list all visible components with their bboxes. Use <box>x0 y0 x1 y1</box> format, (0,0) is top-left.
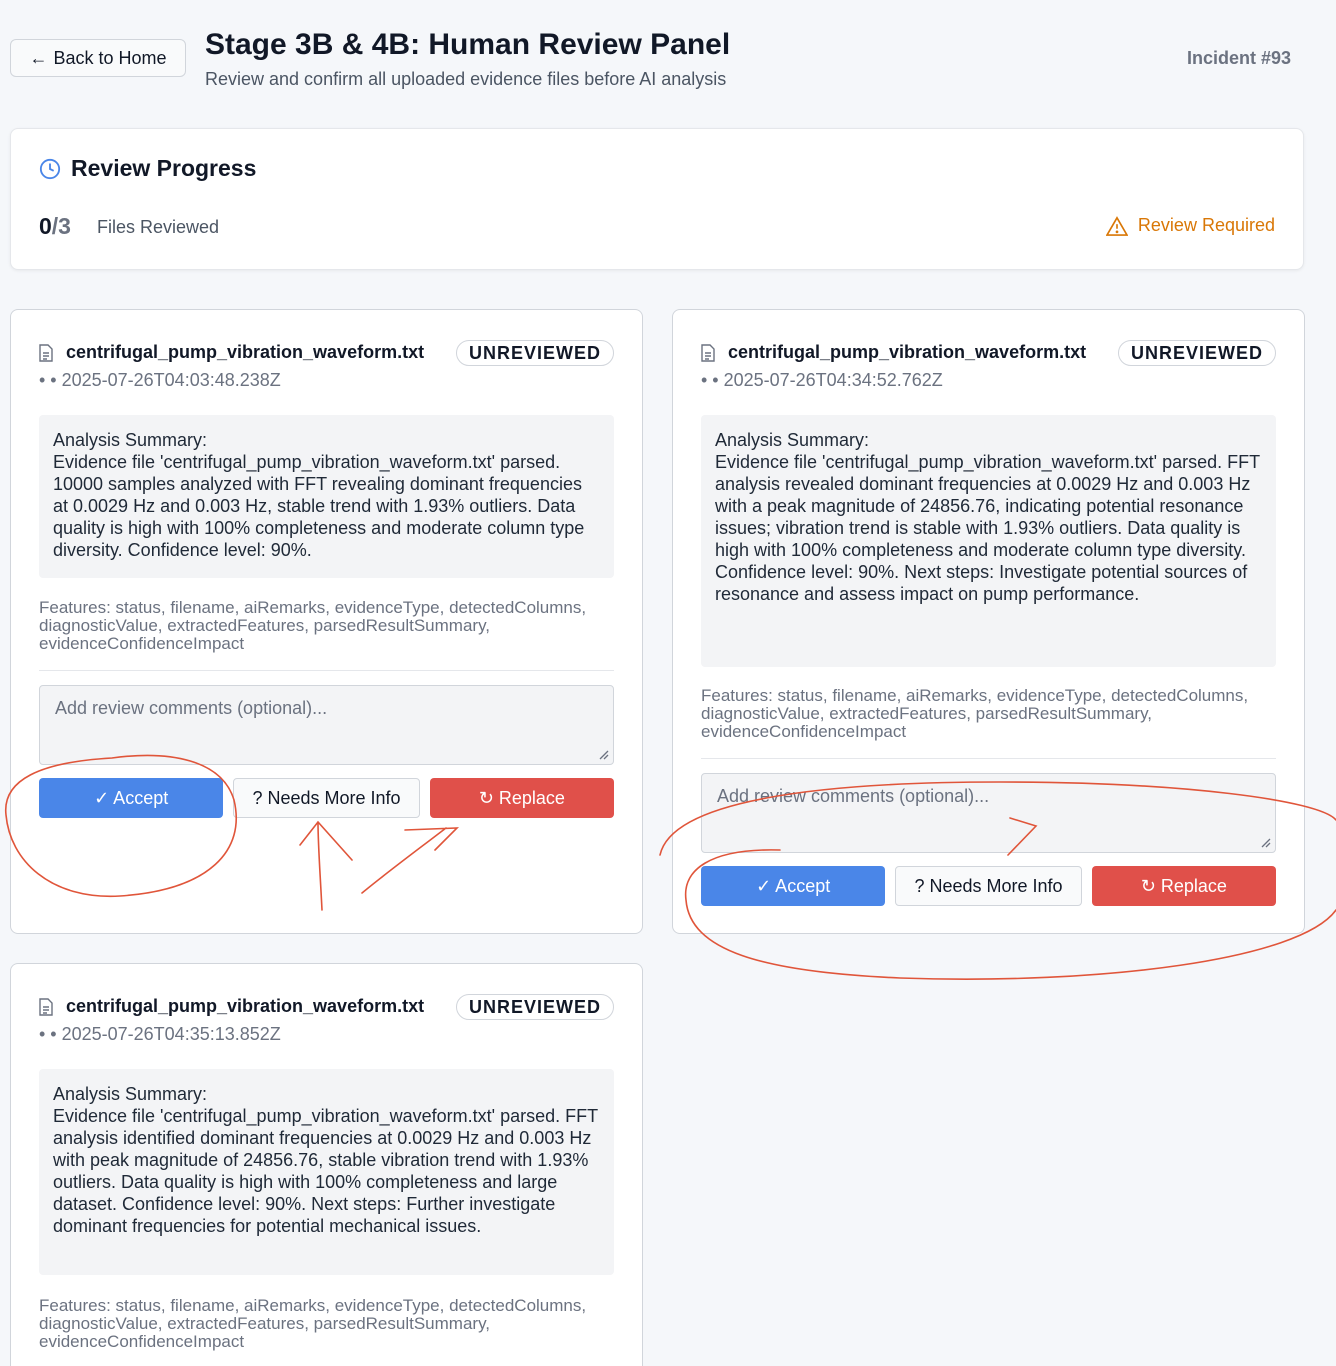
file-name: centrifugal_pump_vibration_waveform.txt <box>66 996 425 1016</box>
divider <box>39 670 614 671</box>
review-required-label: Review Required <box>1137 215 1275 235</box>
review-comment-input[interactable]: Add review comments (optional)... <box>701 773 1276 853</box>
status-badge: UNREVIEWED <box>1117 340 1276 366</box>
resize-handle-icon[interactable] <box>597 748 609 760</box>
page-title: Stage 3B & 4B: Human Review Panel <box>205 28 731 61</box>
review-comment-input[interactable]: Add review comments (optional)... <box>39 685 614 765</box>
total-count: /3 <box>51 213 71 239</box>
progress-count: 0/3 <box>39 213 71 240</box>
file-name: centrifugal_pump_vibration_waveform.txt <box>66 342 425 362</box>
features-list: Features: status, filename, aiRemarks, e… <box>701 686 1249 741</box>
needs-more-info-button[interactable]: ? Needs More Info <box>233 778 420 818</box>
resize-handle-icon[interactable] <box>1259 836 1271 848</box>
summary-label: Analysis Summary: <box>715 430 870 450</box>
progress-title-row: Review Progress <box>39 155 256 182</box>
action-buttons: ✓ Accept ? Needs More Info ↻ Replace <box>39 778 614 818</box>
evidence-card: centrifugal_pump_vibration_waveform.txt … <box>10 963 643 1366</box>
back-to-home-button[interactable]: ← Back to Home <box>10 39 186 77</box>
summary-text: Evidence file 'centrifugal_pump_vibratio… <box>53 1106 598 1236</box>
file-icon <box>39 344 53 362</box>
accept-button[interactable]: ✓ Accept <box>701 866 886 906</box>
status-badge: UNREVIEWED <box>455 994 614 1020</box>
reviewed-count: 0 <box>39 213 52 239</box>
review-required-status: Review Required <box>1105 215 1275 236</box>
file-icon <box>701 344 715 362</box>
replace-button[interactable]: ↻ Replace <box>1091 866 1276 906</box>
analysis-summary: Analysis Summary: Evidence file 'centrif… <box>39 415 614 578</box>
replace-button[interactable]: ↻ Replace <box>429 778 614 818</box>
review-progress-card: Review Progress 0/3 Files Reviewed Revie… <box>10 128 1304 270</box>
page-subtitle: Review and confirm all uploaded evidence… <box>205 69 727 89</box>
evidence-card: centrifugal_pump_vibration_waveform.txt … <box>10 309 643 934</box>
summary-label: Analysis Summary: <box>53 430 208 450</box>
progress-label: Files Reviewed <box>97 217 220 237</box>
timestamp: • • 2025-07-26T04:35:13.852Z <box>39 1024 281 1044</box>
summary-label: Analysis Summary: <box>53 1084 208 1104</box>
clock-icon <box>39 158 61 179</box>
timestamp: • • 2025-07-26T04:03:48.238Z <box>39 370 281 390</box>
divider <box>701 758 1276 759</box>
analysis-summary: Analysis Summary: Evidence file 'centrif… <box>701 415 1276 667</box>
arrow-left-icon: ← <box>29 47 48 68</box>
file-name: centrifugal_pump_vibration_waveform.txt <box>728 342 1087 362</box>
features-list: Features: status, filename, aiRemarks, e… <box>39 1296 587 1351</box>
summary-text: Evidence file 'centrifugal_pump_vibratio… <box>53 452 585 560</box>
progress-title: Review Progress <box>71 155 257 181</box>
warning-icon <box>1105 215 1128 236</box>
summary-text: Evidence file 'centrifugal_pump_vibratio… <box>715 452 1260 604</box>
incident-label: Incident #93 <box>1186 48 1291 68</box>
timestamp: • • 2025-07-26T04:34:52.762Z <box>701 370 943 390</box>
analysis-summary: Analysis Summary: Evidence file 'centrif… <box>39 1069 614 1275</box>
action-buttons: ✓ Accept ? Needs More Info ↻ Replace <box>701 866 1276 906</box>
needs-more-info-button[interactable]: ? Needs More Info <box>895 866 1082 906</box>
status-badge: UNREVIEWED <box>455 340 614 366</box>
back-label: Back to Home <box>53 47 167 68</box>
features-list: Features: status, filename, aiRemarks, e… <box>39 598 587 653</box>
accept-button[interactable]: ✓ Accept <box>39 778 224 818</box>
file-icon <box>39 998 53 1016</box>
evidence-card: centrifugal_pump_vibration_waveform.txt … <box>672 309 1305 934</box>
